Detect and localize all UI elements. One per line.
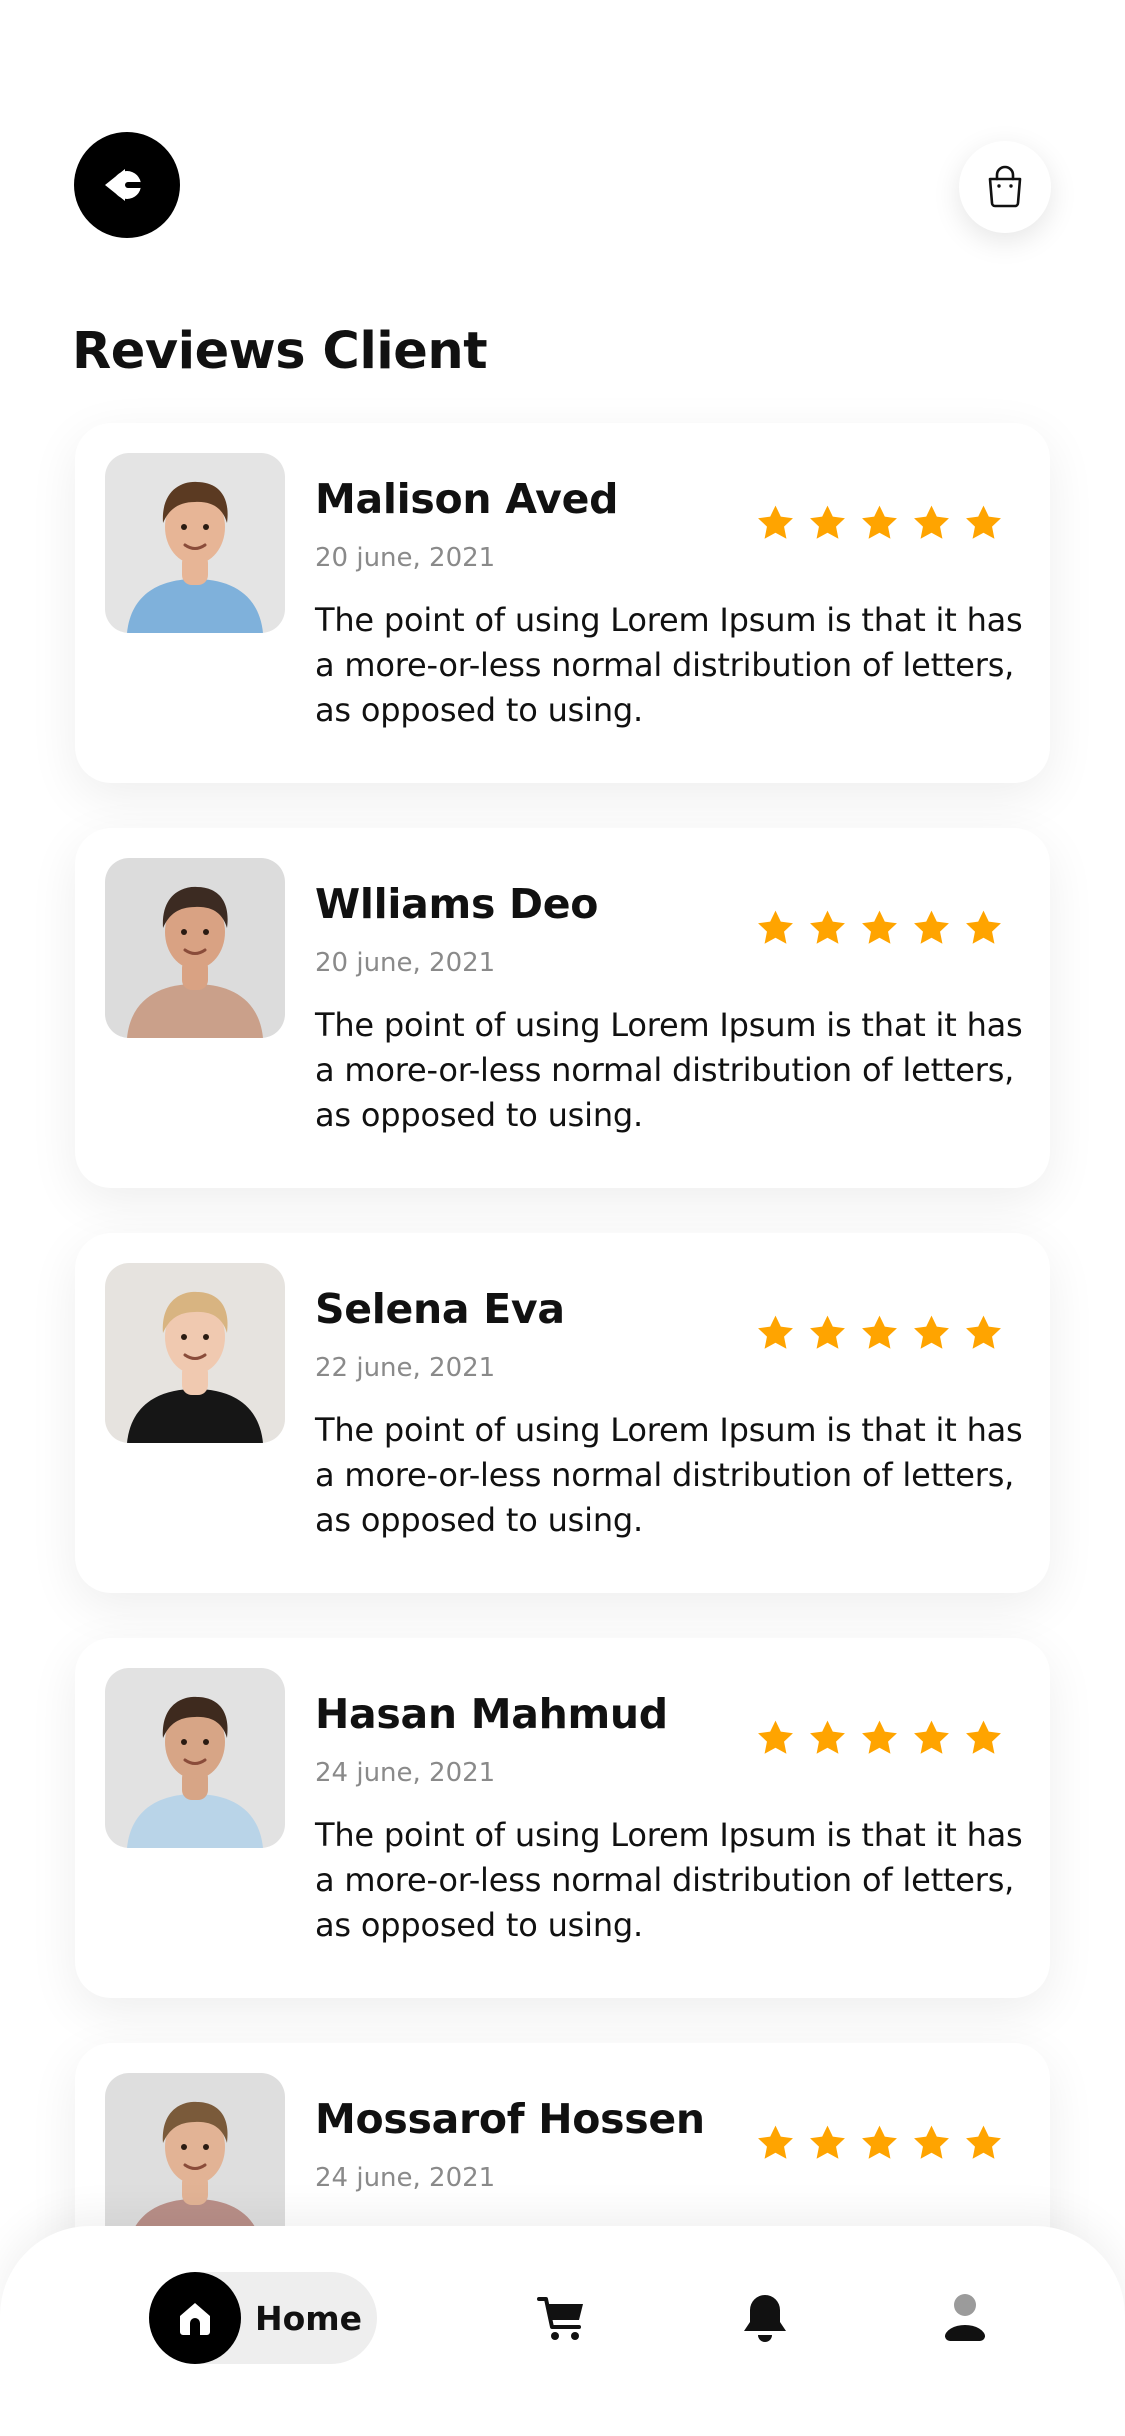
reviewer-name: Malison Aved <box>315 475 619 523</box>
reviewer-name: Wlliams Deo <box>315 880 599 928</box>
home-icon-circle <box>149 2272 241 2364</box>
review-text: The point of using Lorem Ipsum is that i… <box>315 1006 1023 1134</box>
star-icon <box>758 910 793 944</box>
profile-icon <box>945 2294 985 2341</box>
star-icon <box>810 2125 845 2159</box>
review-text: The point of using Lorem Ipsum is that i… <box>315 601 1023 729</box>
star-icon <box>966 505 1001 539</box>
reviewer-avatar <box>105 453 285 633</box>
portrait-illustration <box>105 1668 285 1848</box>
reviewer-name: Mossarof Hossen <box>315 2095 705 2143</box>
star-icon <box>810 505 845 539</box>
star-icon <box>862 505 897 539</box>
review-card[interactable]: Hasan Mahmud 24 june, 2021 The point of … <box>75 1638 1050 1998</box>
review-card[interactable]: Wlliams Deo 20 june, 2021 The point of u… <box>75 828 1050 1188</box>
nav-profile-button[interactable] <box>935 2288 995 2348</box>
review-date: 24 june, 2021 <box>315 1758 496 1788</box>
reviewer-avatar <box>105 858 285 1038</box>
star-icon <box>758 505 793 539</box>
reviewer-name: Selena Eva <box>315 1285 565 1333</box>
nav-home-label: Home <box>255 2298 363 2338</box>
star-icon <box>966 1315 1001 1349</box>
star-icon <box>914 1315 949 1349</box>
portrait-illustration <box>105 453 285 633</box>
star-rating <box>755 908 1004 949</box>
home-icon <box>180 2303 210 2335</box>
star-rating <box>755 1718 1004 1759</box>
review-date: 20 june, 2021 <box>315 543 496 573</box>
star-icon <box>758 2125 793 2159</box>
star-icon <box>966 910 1001 944</box>
star-icon <box>862 910 897 944</box>
reviewer-name: Hasan Mahmud <box>315 1690 668 1738</box>
review-text: The point of using Lorem Ipsum is that i… <box>315 1411 1023 1539</box>
review-card[interactable]: Malison Aved 20 june, 2021 The point of … <box>75 423 1050 783</box>
star-icon <box>966 1720 1001 1754</box>
reviewer-avatar <box>105 1263 285 1443</box>
star-icon <box>862 1720 897 1754</box>
star-icon <box>914 1720 949 1754</box>
star-icon <box>914 2125 949 2159</box>
nav-home-button[interactable]: Home <box>149 2272 377 2364</box>
nav-cart-button[interactable] <box>532 2288 592 2348</box>
review-date: 24 june, 2021 <box>315 2163 496 2193</box>
bottom-nav: Home <box>0 2226 1125 2436</box>
star-icon <box>914 505 949 539</box>
star-icon <box>914 910 949 944</box>
review-card[interactable]: Selena Eva 22 june, 2021 The point of us… <box>75 1233 1050 1593</box>
star-icon <box>810 1315 845 1349</box>
review-text: The point of using Lorem Ipsum is that i… <box>315 1816 1023 1944</box>
review-list: Malison Aved 20 june, 2021 The point of … <box>0 0 1125 2436</box>
star-icon <box>758 1315 793 1349</box>
star-icon <box>966 2125 1001 2159</box>
star-icon <box>758 1720 793 1754</box>
bell-icon <box>744 2295 786 2342</box>
nav-notifications-button[interactable] <box>735 2288 795 2348</box>
portrait-illustration <box>105 858 285 1038</box>
star-rating <box>755 503 1004 544</box>
review-date: 20 june, 2021 <box>315 948 496 978</box>
star-rating <box>755 1313 1004 1354</box>
reviewer-avatar <box>105 1668 285 1848</box>
star-icon <box>810 1720 845 1754</box>
star-icon <box>810 910 845 944</box>
star-icon <box>862 2125 897 2159</box>
cart-icon <box>537 2297 583 2340</box>
star-rating <box>755 2123 1004 2164</box>
portrait-illustration <box>105 1263 285 1443</box>
review-date: 22 june, 2021 <box>315 1353 496 1383</box>
star-icon <box>862 1315 897 1349</box>
